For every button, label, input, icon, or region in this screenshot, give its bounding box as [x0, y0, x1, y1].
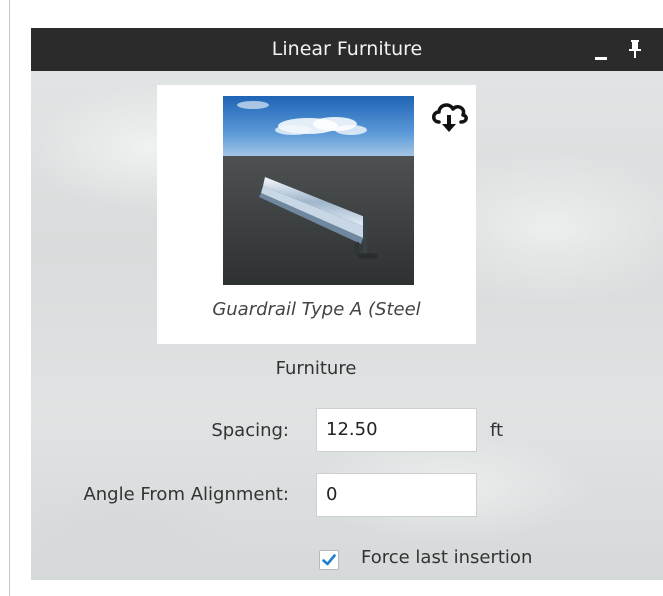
panel-titlebar: Linear Furniture — [31, 28, 663, 71]
minimize-icon — [595, 57, 607, 60]
linear-furniture-panel: Linear Furniture Guardrail Type A (Steel… — [31, 28, 663, 580]
minimize-button[interactable] — [589, 38, 611, 62]
angle-input[interactable]: 0 — [316, 473, 477, 517]
pin-icon — [629, 40, 641, 58]
furniture-thumbnail-card[interactable]: Guardrail Type A (Steel — [157, 85, 476, 344]
guardrail-preview-image — [223, 96, 414, 285]
window-frame: Linear Furniture Guardrail Type A (Steel… — [0, 0, 663, 596]
spacing-input[interactable]: 12.50 — [316, 408, 477, 452]
category-label: Furniture — [275, 358, 357, 379]
cloud-download-icon[interactable] — [429, 98, 469, 134]
angle-label: Angle From Alignment: — [83, 484, 289, 505]
force-last-insertion-label[interactable]: Force last insertion — [361, 547, 532, 568]
frame-border — [9, 0, 10, 596]
furniture-item-name: Guardrail Type A (Steel — [212, 299, 421, 320]
spacing-label: Spacing: — [211, 420, 289, 441]
spacing-unit: ft — [490, 420, 504, 441]
pin-button[interactable] — [625, 37, 645, 61]
force-last-insertion-checkbox[interactable] — [319, 550, 339, 570]
panel-title: Linear Furniture — [271, 38, 423, 60]
checkmark-icon — [322, 554, 336, 566]
